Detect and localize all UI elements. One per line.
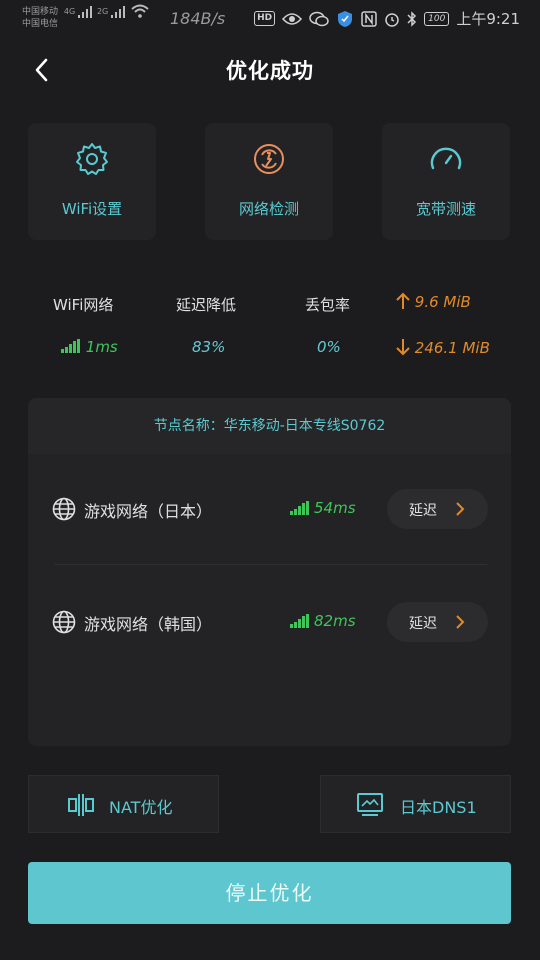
- nat-label: NAT优化: [109, 798, 173, 817]
- packet-loss-value: 0%: [317, 338, 341, 356]
- arrow-up-icon: [396, 292, 410, 309]
- wifi-settings-card[interactable]: WiFi设置: [28, 123, 156, 240]
- list-item: 游戏网络（日本） 54ms 延迟: [28, 484, 511, 534]
- carrier-1: 中国移动: [22, 7, 59, 17]
- dns-button[interactable]: 日本DNS1: [320, 775, 511, 833]
- battery-icon: 100: [424, 11, 450, 26]
- route-label: 游戏网络（日本）: [84, 502, 213, 521]
- bluetooth-icon: [407, 10, 417, 27]
- signal-icon: [78, 6, 93, 18]
- signal-icon: [111, 6, 126, 18]
- eye-icon: [282, 12, 303, 25]
- node-panel: 节点名称：华东移动-日本专线S0762 游戏网络（日本） 54ms 延迟 游戏网…: [28, 398, 511, 746]
- node-name: 节点名称：华东移动-日本专线S0762: [28, 398, 511, 454]
- network-type-2: 2G: [96, 7, 109, 16]
- route-ping: 82ms: [314, 612, 356, 630]
- latency-button[interactable]: 延迟: [387, 489, 488, 529]
- speed-test-card[interactable]: 宽带测速: [382, 123, 510, 240]
- nat-optimize-button[interactable]: NAT优化: [28, 775, 219, 833]
- status-bar: 中国移动 4G 2G 中国电信 184B/s HD 100 上午9:21: [0, 0, 540, 36]
- divider: [54, 564, 487, 565]
- signal-bars-icon: [290, 501, 309, 515]
- download-value: 246.1 MiB: [414, 339, 490, 357]
- gear-icon: [76, 143, 108, 175]
- wifi-latency-value: 1ms: [85, 338, 118, 356]
- stop-optimize-button[interactable]: 停止优化: [28, 862, 511, 924]
- signal-bars-icon: [61, 339, 80, 353]
- upload-value: 9.6 MiB: [414, 293, 471, 311]
- chevron-right-icon: [456, 502, 465, 516]
- nat-icon: [68, 794, 94, 816]
- arrow-down-icon: [396, 339, 410, 356]
- speedometer-icon: [430, 147, 462, 170]
- nfc-icon: [361, 10, 377, 27]
- globe-icon: [52, 497, 76, 521]
- card-label: 宽带测速: [415, 200, 476, 218]
- latency-button-label: 延迟: [409, 616, 437, 632]
- chat-icon: [309, 11, 329, 26]
- latency-button[interactable]: 延迟: [387, 602, 488, 642]
- network-type-1: 4G: [63, 7, 76, 16]
- hd-badge: HD: [254, 11, 276, 26]
- network-speed: 184B/s: [170, 9, 226, 28]
- shield-icon: [338, 10, 353, 27]
- latency-reduction-value: 83%: [192, 338, 226, 356]
- route-label: 游戏网络（韩国）: [84, 615, 213, 634]
- route-ping: 54ms: [314, 499, 356, 517]
- packet-loss-label: 丢包率: [305, 296, 351, 314]
- clock: 上午9:21: [456, 10, 520, 28]
- carrier-2: 中国电信: [22, 19, 59, 29]
- status-icons: HD 100 上午9:21: [254, 8, 520, 29]
- signal-bars-icon: [290, 614, 309, 628]
- page-title: 优化成功: [226, 59, 314, 83]
- download-stat: 246.1 MiB: [396, 338, 490, 357]
- list-item: 游戏网络（韩国） 82ms 延迟: [28, 597, 511, 647]
- upload-stat: 9.6 MiB: [396, 292, 471, 311]
- latency-button-label: 延迟: [409, 503, 437, 519]
- globe-icon: [52, 610, 76, 634]
- network-check-card[interactable]: 网络检测: [205, 123, 333, 240]
- card-label: WiFi设置: [61, 200, 123, 218]
- carrier-info: 中国移动 4G 2G 中国电信: [22, 4, 150, 30]
- wifi-network-label: WiFi网络: [53, 296, 114, 314]
- card-label: 网络检测: [238, 200, 299, 218]
- latency-reduction-label: 延迟降低: [176, 296, 237, 314]
- alarm-icon: [385, 12, 399, 27]
- chevron-right-icon: [456, 615, 465, 629]
- wifi-latency: 1ms: [61, 338, 118, 356]
- monitor-icon: [357, 793, 383, 816]
- dns-label: 日本DNS1: [400, 798, 477, 817]
- network-check-icon: [254, 144, 284, 174]
- wifi-icon: [131, 4, 149, 18]
